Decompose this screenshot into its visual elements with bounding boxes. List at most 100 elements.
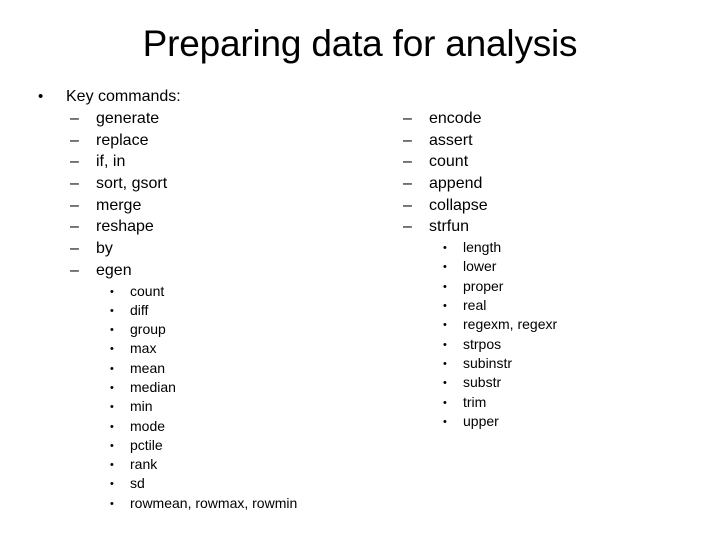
function-label: regexm, regexr	[463, 316, 558, 333]
bullet-dot-icon: •	[110, 478, 114, 491]
dash-icon: –	[403, 196, 412, 214]
function-label: mean	[130, 359, 166, 376]
left-command-column: – generate – replace – if, in – sort, gsort …	[70, 84, 400, 513]
egen-function-list: • count • diff • group • max • mean • median	[110, 282, 400, 514]
list-item[interactable]: – generate	[70, 108, 400, 130]
list-item[interactable]: – sort, gsort	[70, 173, 400, 195]
command-label: encode	[429, 110, 482, 127]
bullet-dot-icon: •	[443, 280, 447, 293]
command-label: replace	[96, 131, 149, 149]
bullet-dot-icon: •	[110, 401, 114, 414]
list-item[interactable]: • max	[110, 339, 400, 358]
dash-icon: –	[403, 218, 412, 236]
list-item[interactable]: • diff	[110, 301, 400, 320]
dash-icon: –	[403, 153, 412, 171]
dash-icon: –	[70, 153, 79, 171]
function-label: lower	[463, 258, 497, 275]
function-label: trim	[463, 393, 487, 410]
function-label: length	[463, 239, 502, 256]
list-item[interactable]: • pctile	[110, 436, 400, 455]
dash-icon: –	[70, 240, 79, 258]
list-item[interactable]: • median	[110, 378, 400, 397]
bullet-dot-icon: •	[110, 439, 114, 452]
function-label: rank	[130, 456, 158, 473]
function-label: upper	[463, 412, 499, 429]
command-label: generate	[96, 110, 160, 127]
function-label: pctile	[130, 436, 163, 453]
bullet-dot-icon: •	[443, 261, 447, 274]
list-item[interactable]: • real	[443, 296, 703, 315]
command-label: collapse	[429, 196, 488, 214]
list-item[interactable]: • substr	[443, 373, 703, 392]
bullet-dot-icon: •	[443, 415, 447, 428]
list-item[interactable]: • rank	[110, 455, 400, 474]
function-label: sd	[130, 475, 145, 492]
dash-icon: –	[403, 131, 412, 149]
list-item[interactable]: • lower	[443, 257, 703, 276]
bullet-dot-icon: •	[443, 319, 447, 332]
command-label: egen	[96, 261, 132, 279]
function-label: min	[130, 398, 153, 415]
list-item[interactable]: – assert	[403, 130, 703, 152]
dash-icon: –	[403, 110, 412, 127]
bullet-dot-icon: •	[110, 497, 114, 510]
bullet-dot-icon: •	[443, 242, 447, 255]
list-item[interactable]: • regexm, regexr	[443, 315, 703, 334]
right-column-top-spacer	[403, 84, 703, 108]
bullet-dot-icon: •	[110, 381, 114, 394]
list-item[interactable]: – encode	[403, 108, 703, 130]
list-item[interactable]: – replace	[70, 130, 400, 152]
function-label: proper	[463, 277, 504, 294]
list-item[interactable]: • sd	[110, 474, 400, 493]
list-item[interactable]: • strpos	[443, 335, 703, 354]
bullet-dot-icon: •	[110, 362, 114, 375]
left-column-top-spacer	[70, 84, 400, 108]
right-command-column: – encode – assert – count – append – collapse…	[403, 84, 703, 431]
slide-canvas: Preparing data for analysis • Key command…	[0, 0, 720, 540]
command-label: sort, gsort	[96, 175, 168, 193]
list-item[interactable]: – merge	[70, 195, 400, 217]
list-item[interactable]: – reshape	[70, 216, 400, 238]
list-item[interactable]: • min	[110, 397, 400, 416]
bullet-dot-icon: •	[443, 396, 447, 409]
list-item[interactable]: – count	[403, 151, 703, 173]
bullet-dot-icon: •	[443, 357, 447, 370]
function-label: group	[130, 321, 166, 338]
strfun-function-list: • length • lower • proper • real • regexm, re…	[443, 238, 703, 431]
dash-icon: –	[70, 261, 79, 279]
function-label: count	[130, 282, 165, 299]
list-item[interactable]: – strfun	[403, 216, 703, 238]
list-item[interactable]: – append	[403, 173, 703, 195]
list-item[interactable]: – collapse	[403, 195, 703, 217]
list-item[interactable]: • rowmean, rowmax, rowmin	[110, 494, 400, 513]
list-item[interactable]: • group	[110, 320, 400, 339]
list-item[interactable]: • upper	[443, 412, 703, 431]
list-item[interactable]: • trim	[443, 393, 703, 412]
list-item[interactable]: • length	[443, 238, 703, 257]
function-label: max	[130, 340, 157, 357]
bullet-dot-icon: •	[443, 338, 447, 351]
command-label: append	[429, 175, 483, 193]
list-item[interactable]: • mean	[110, 359, 400, 378]
function-label: real	[463, 297, 487, 314]
bullet-dot-icon: •	[443, 377, 447, 390]
command-label: by	[96, 240, 113, 258]
list-item[interactable]: • count	[110, 282, 400, 301]
list-item[interactable]: • proper	[443, 277, 703, 296]
bullet-dot-icon: •	[110, 459, 114, 472]
command-label: if, in	[96, 153, 126, 171]
list-item[interactable]: – by	[70, 238, 400, 260]
list-item[interactable]: – egen	[70, 260, 400, 282]
slide-body: • Key commands: – generate – replace – if, i…	[0, 84, 720, 534]
list-item[interactable]: – if, in	[70, 151, 400, 173]
command-label: merge	[96, 196, 142, 214]
bullet-dot-icon: •	[110, 304, 114, 317]
list-item[interactable]: • subinstr	[443, 354, 703, 373]
page-title: Preparing data for analysis	[142, 23, 578, 64]
function-label: substr	[463, 374, 502, 391]
command-label: assert	[429, 131, 473, 149]
dash-icon: –	[70, 196, 79, 214]
function-label: mode	[130, 417, 166, 434]
bullet-dot-icon: •	[38, 88, 44, 105]
list-item[interactable]: • mode	[110, 417, 400, 436]
